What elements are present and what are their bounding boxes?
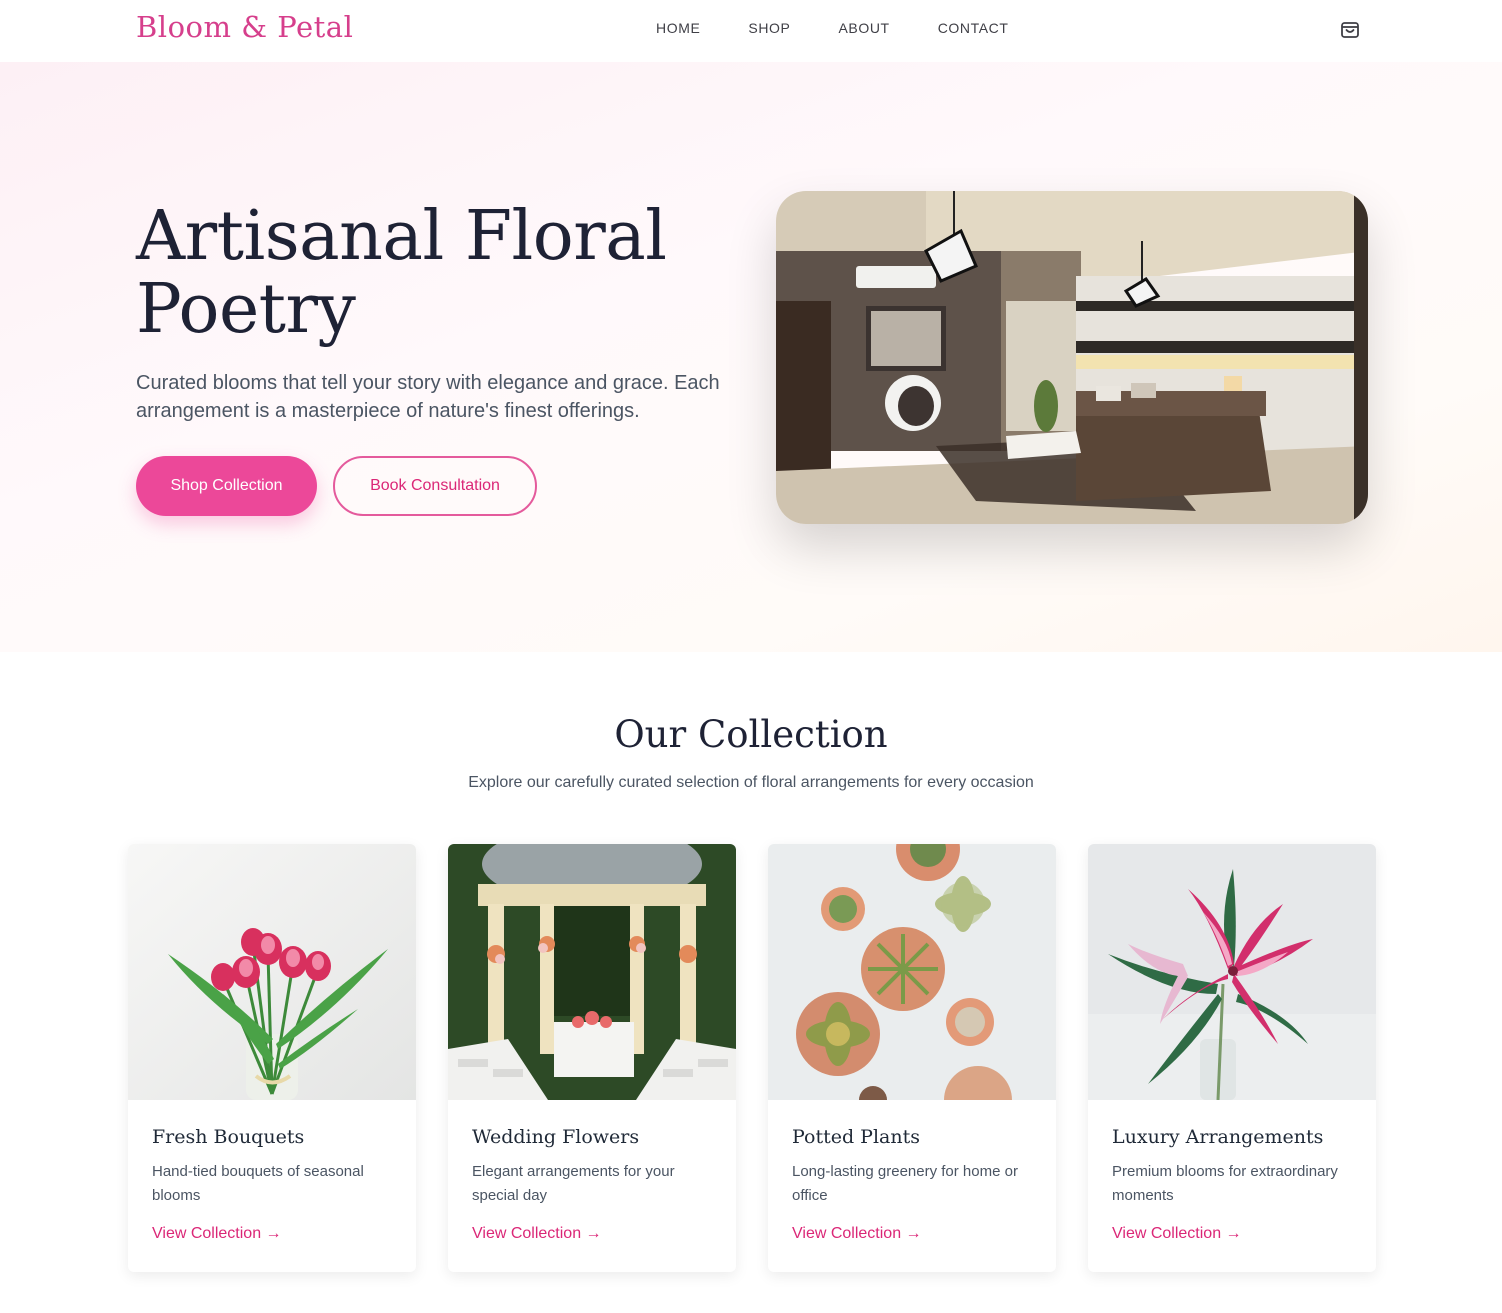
- wedding-gazebo-image: [448, 844, 736, 1100]
- card-description: Premium blooms for extraordinary moments: [1112, 1163, 1338, 1204]
- view-collection-link[interactable]: View Collection →: [792, 1225, 922, 1243]
- hero-title: Artisanal Floral Poetry: [136, 197, 667, 349]
- collection-card-fresh-bouquets[interactable]: Fresh Bouquets Hand-tied bouquets of sea…: [128, 844, 416, 1272]
- nav-link-home[interactable]: HOME: [656, 20, 700, 36]
- collection-card-luxury-arrangements[interactable]: Luxury Arrangements Premium blooms for e…: [1088, 844, 1376, 1272]
- hero-subtitle: Curated blooms that tell your story with…: [136, 372, 720, 422]
- collection-subtitle: Explore our carefully curated selection …: [468, 774, 1034, 791]
- lily-arrangement-image: [1088, 844, 1376, 1101]
- card-description: Long-lasting greenery for home or office: [792, 1163, 1018, 1204]
- brand-logo[interactable]: Bloom & Petal: [136, 10, 353, 44]
- view-collection-link[interactable]: View Collection →: [472, 1225, 602, 1243]
- hero-interior-image: [776, 191, 1368, 524]
- hero-section: Artisanal Floral Poetry Curated blooms t…: [0, 62, 1502, 652]
- succulents-image: [768, 844, 1056, 1134]
- collection-card-wedding-flowers[interactable]: Wedding Flowers Elegant arrangements for…: [448, 844, 736, 1272]
- card-title: Fresh Bouquets: [152, 1126, 305, 1148]
- book-consultation-button[interactable]: Book Consultation: [333, 456, 537, 516]
- view-collection-link[interactable]: View Collection →: [1112, 1225, 1242, 1243]
- shop-collection-button[interactable]: Shop Collection: [136, 456, 317, 516]
- top-navbar: Bloom & Petal HOME SHOP ABOUT CONTACT: [0, 0, 1502, 62]
- view-collection-link[interactable]: View Collection →: [152, 1225, 282, 1243]
- nav-link-about[interactable]: ABOUT: [838, 20, 889, 36]
- card-description: Elegant arrangements for your special da…: [472, 1163, 675, 1204]
- card-title: Luxury Arrangements: [1112, 1126, 1324, 1148]
- card-description: Hand-tied bouquets of seasonal blooms: [152, 1163, 364, 1204]
- nav-link-shop[interactable]: SHOP: [748, 20, 790, 36]
- shopping-bag-icon[interactable]: [1339, 18, 1361, 40]
- card-title: Potted Plants: [792, 1126, 920, 1148]
- collection-card-potted-plants[interactable]: Potted Plants Long-lasting greenery for …: [768, 844, 1056, 1272]
- tulip-bouquet-image: [128, 844, 416, 1100]
- main-nav: HOME SHOP ABOUT CONTACT: [656, 20, 1057, 36]
- collection-title: Our Collection: [614, 713, 888, 756]
- card-title: Wedding Flowers: [472, 1126, 640, 1148]
- nav-link-contact[interactable]: CONTACT: [938, 20, 1009, 36]
